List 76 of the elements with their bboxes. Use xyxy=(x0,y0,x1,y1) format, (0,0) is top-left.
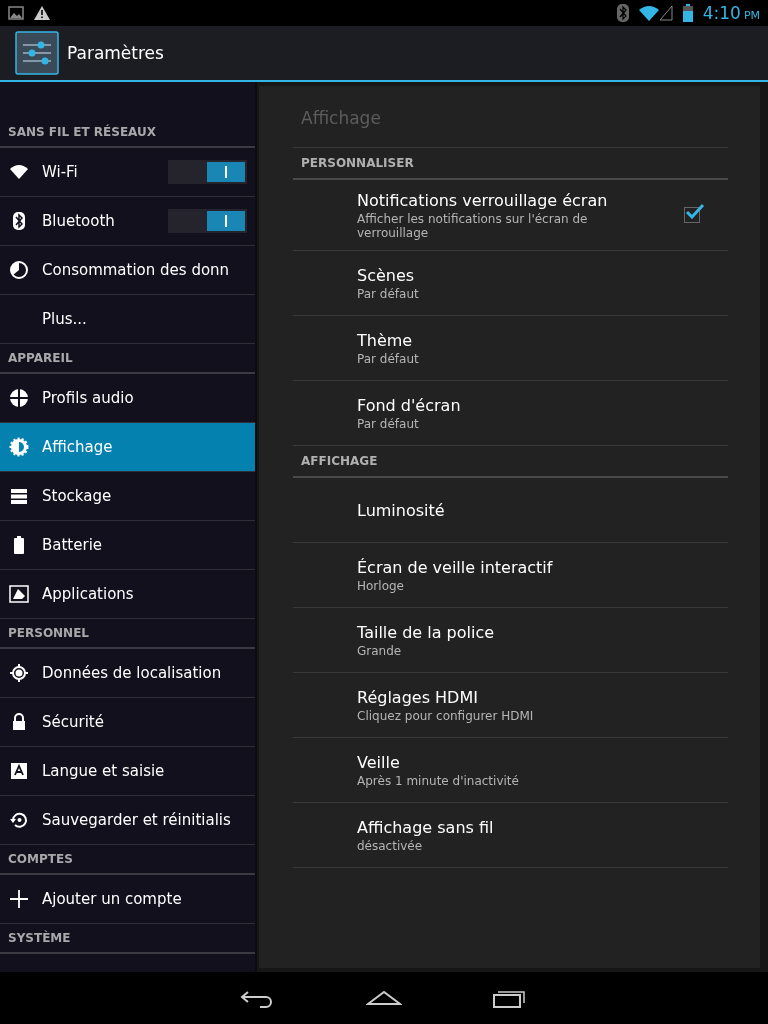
recent-apps-icon[interactable] xyxy=(492,988,528,1008)
setting-summary: Grande xyxy=(357,643,403,658)
setting-title: Luminosité xyxy=(357,500,446,520)
sidebar-item[interactable]: Batterie xyxy=(0,521,255,570)
setting-title: Thème xyxy=(357,330,414,350)
plus-icon xyxy=(9,889,29,909)
sidebar-item[interactable]: Stockage xyxy=(0,472,255,521)
clock-time: 4:10 xyxy=(702,3,741,23)
setting-title: Fond d'écran xyxy=(357,395,462,415)
sidebar-item[interactable]: Consommation des donn xyxy=(0,246,255,295)
sidebar-item[interactable]: Applications xyxy=(0,570,255,619)
home-icon[interactable] xyxy=(366,988,402,1008)
setting-title: Affichage sans fil xyxy=(357,817,495,837)
check-icon xyxy=(685,203,705,219)
setting-summary: désactivée xyxy=(357,838,424,853)
section-header: PERSONNALISER xyxy=(293,148,728,180)
setting-summary: Horloge xyxy=(357,578,405,593)
wifi-signal-icon xyxy=(638,5,659,21)
storage-icon xyxy=(9,486,29,506)
toggle-thumb[interactable] xyxy=(207,162,245,182)
bluetooth-icon xyxy=(616,4,629,22)
clock-period: PM xyxy=(743,9,760,22)
location-icon xyxy=(9,663,29,683)
sidebar-item[interactable]: Bluetooth xyxy=(0,197,255,246)
cell-signal-icon xyxy=(658,5,673,21)
setting-title: Notifications verrouillage écran xyxy=(357,190,609,210)
image-icon xyxy=(8,6,24,20)
section-header: SYSTÈME xyxy=(0,924,255,954)
section-header: PERSONNEL xyxy=(0,619,255,649)
setting-row[interactable]: Taille de la police Grande xyxy=(293,608,728,673)
setting-summary: Cliquez pour configurer HDMI xyxy=(357,708,535,723)
sidebar-item[interactable]: Affichage xyxy=(0,423,255,472)
toggle-thumb[interactable] xyxy=(207,211,245,231)
sidebar-item[interactable]: Sauvegarder et réinitialis xyxy=(0,796,255,845)
section-header: COMPTES xyxy=(0,845,255,875)
sidebar-item[interactable]: Wi-Fi xyxy=(0,148,255,197)
keyboard-letter-icon xyxy=(9,761,29,781)
setting-row[interactable]: Scènes Par défaut xyxy=(293,251,728,316)
audio-profile-icon xyxy=(9,388,29,408)
setting-title: Taille de la police xyxy=(357,622,496,642)
setting-row[interactable]: Fond d'écran Par défaut xyxy=(293,381,728,446)
warning-icon xyxy=(34,6,50,20)
setting-row[interactable]: Thème Par défaut xyxy=(293,316,728,381)
battery-icon xyxy=(682,4,693,22)
setting-title: Veille xyxy=(357,752,401,772)
brightness-icon xyxy=(9,437,29,457)
section-header: AFFICHAGE xyxy=(293,446,728,478)
setting-row[interactable]: Veille Après 1 minute d'inactivité xyxy=(293,738,728,803)
setting-title: Scènes xyxy=(357,265,416,285)
setting-title: Écran de veille interactif xyxy=(357,557,554,577)
setting-summary: Par défaut xyxy=(357,286,420,301)
setting-title: Réglages HDMI xyxy=(357,687,479,707)
setting-row[interactable]: Écran de veille interactif Horloge xyxy=(293,543,728,608)
setting-row[interactable]: Notifications verrouillage écran Afficher les notifications sur l'écran de verrouillage xyxy=(293,180,728,251)
app-title: Paramètres xyxy=(67,43,164,63)
setting-row[interactable]: Réglages HDMI Cliquez pour configurer HDMI xyxy=(293,673,728,738)
section-header: SANS FIL ET RÉSEAUX xyxy=(0,118,255,148)
setting-summary: Par défaut xyxy=(357,416,420,431)
toggle-switch[interactable] xyxy=(168,209,247,233)
apps-icon xyxy=(9,584,29,604)
setting-summary: Par défaut xyxy=(357,351,420,366)
sidebar-item[interactable]: Plus... xyxy=(0,295,255,344)
restore-icon xyxy=(9,810,29,830)
section-header: APPAREIL xyxy=(0,344,255,374)
setting-summary: Après 1 minute d'inactivité xyxy=(357,773,520,788)
setting-row[interactable]: Affichage sans fil désactivée xyxy=(293,803,728,868)
sidebar-item[interactable]: Ajouter un compte xyxy=(0,875,255,924)
pie-chart-icon xyxy=(9,260,29,280)
toggle-switch[interactable] xyxy=(168,160,247,184)
setting-summary: Afficher les notifications sur l'écran de verrouillage xyxy=(357,211,589,240)
settings-icon[interactable] xyxy=(15,31,59,75)
page-title: Affichage xyxy=(293,108,728,148)
sidebar-item[interactable]: Données de localisation xyxy=(0,649,255,698)
setting-row[interactable]: Luminosité xyxy=(293,478,728,543)
sidebar-item[interactable]: Langue et saisie xyxy=(0,747,255,796)
sidebar-item[interactable]: Sécurité xyxy=(0,698,255,747)
